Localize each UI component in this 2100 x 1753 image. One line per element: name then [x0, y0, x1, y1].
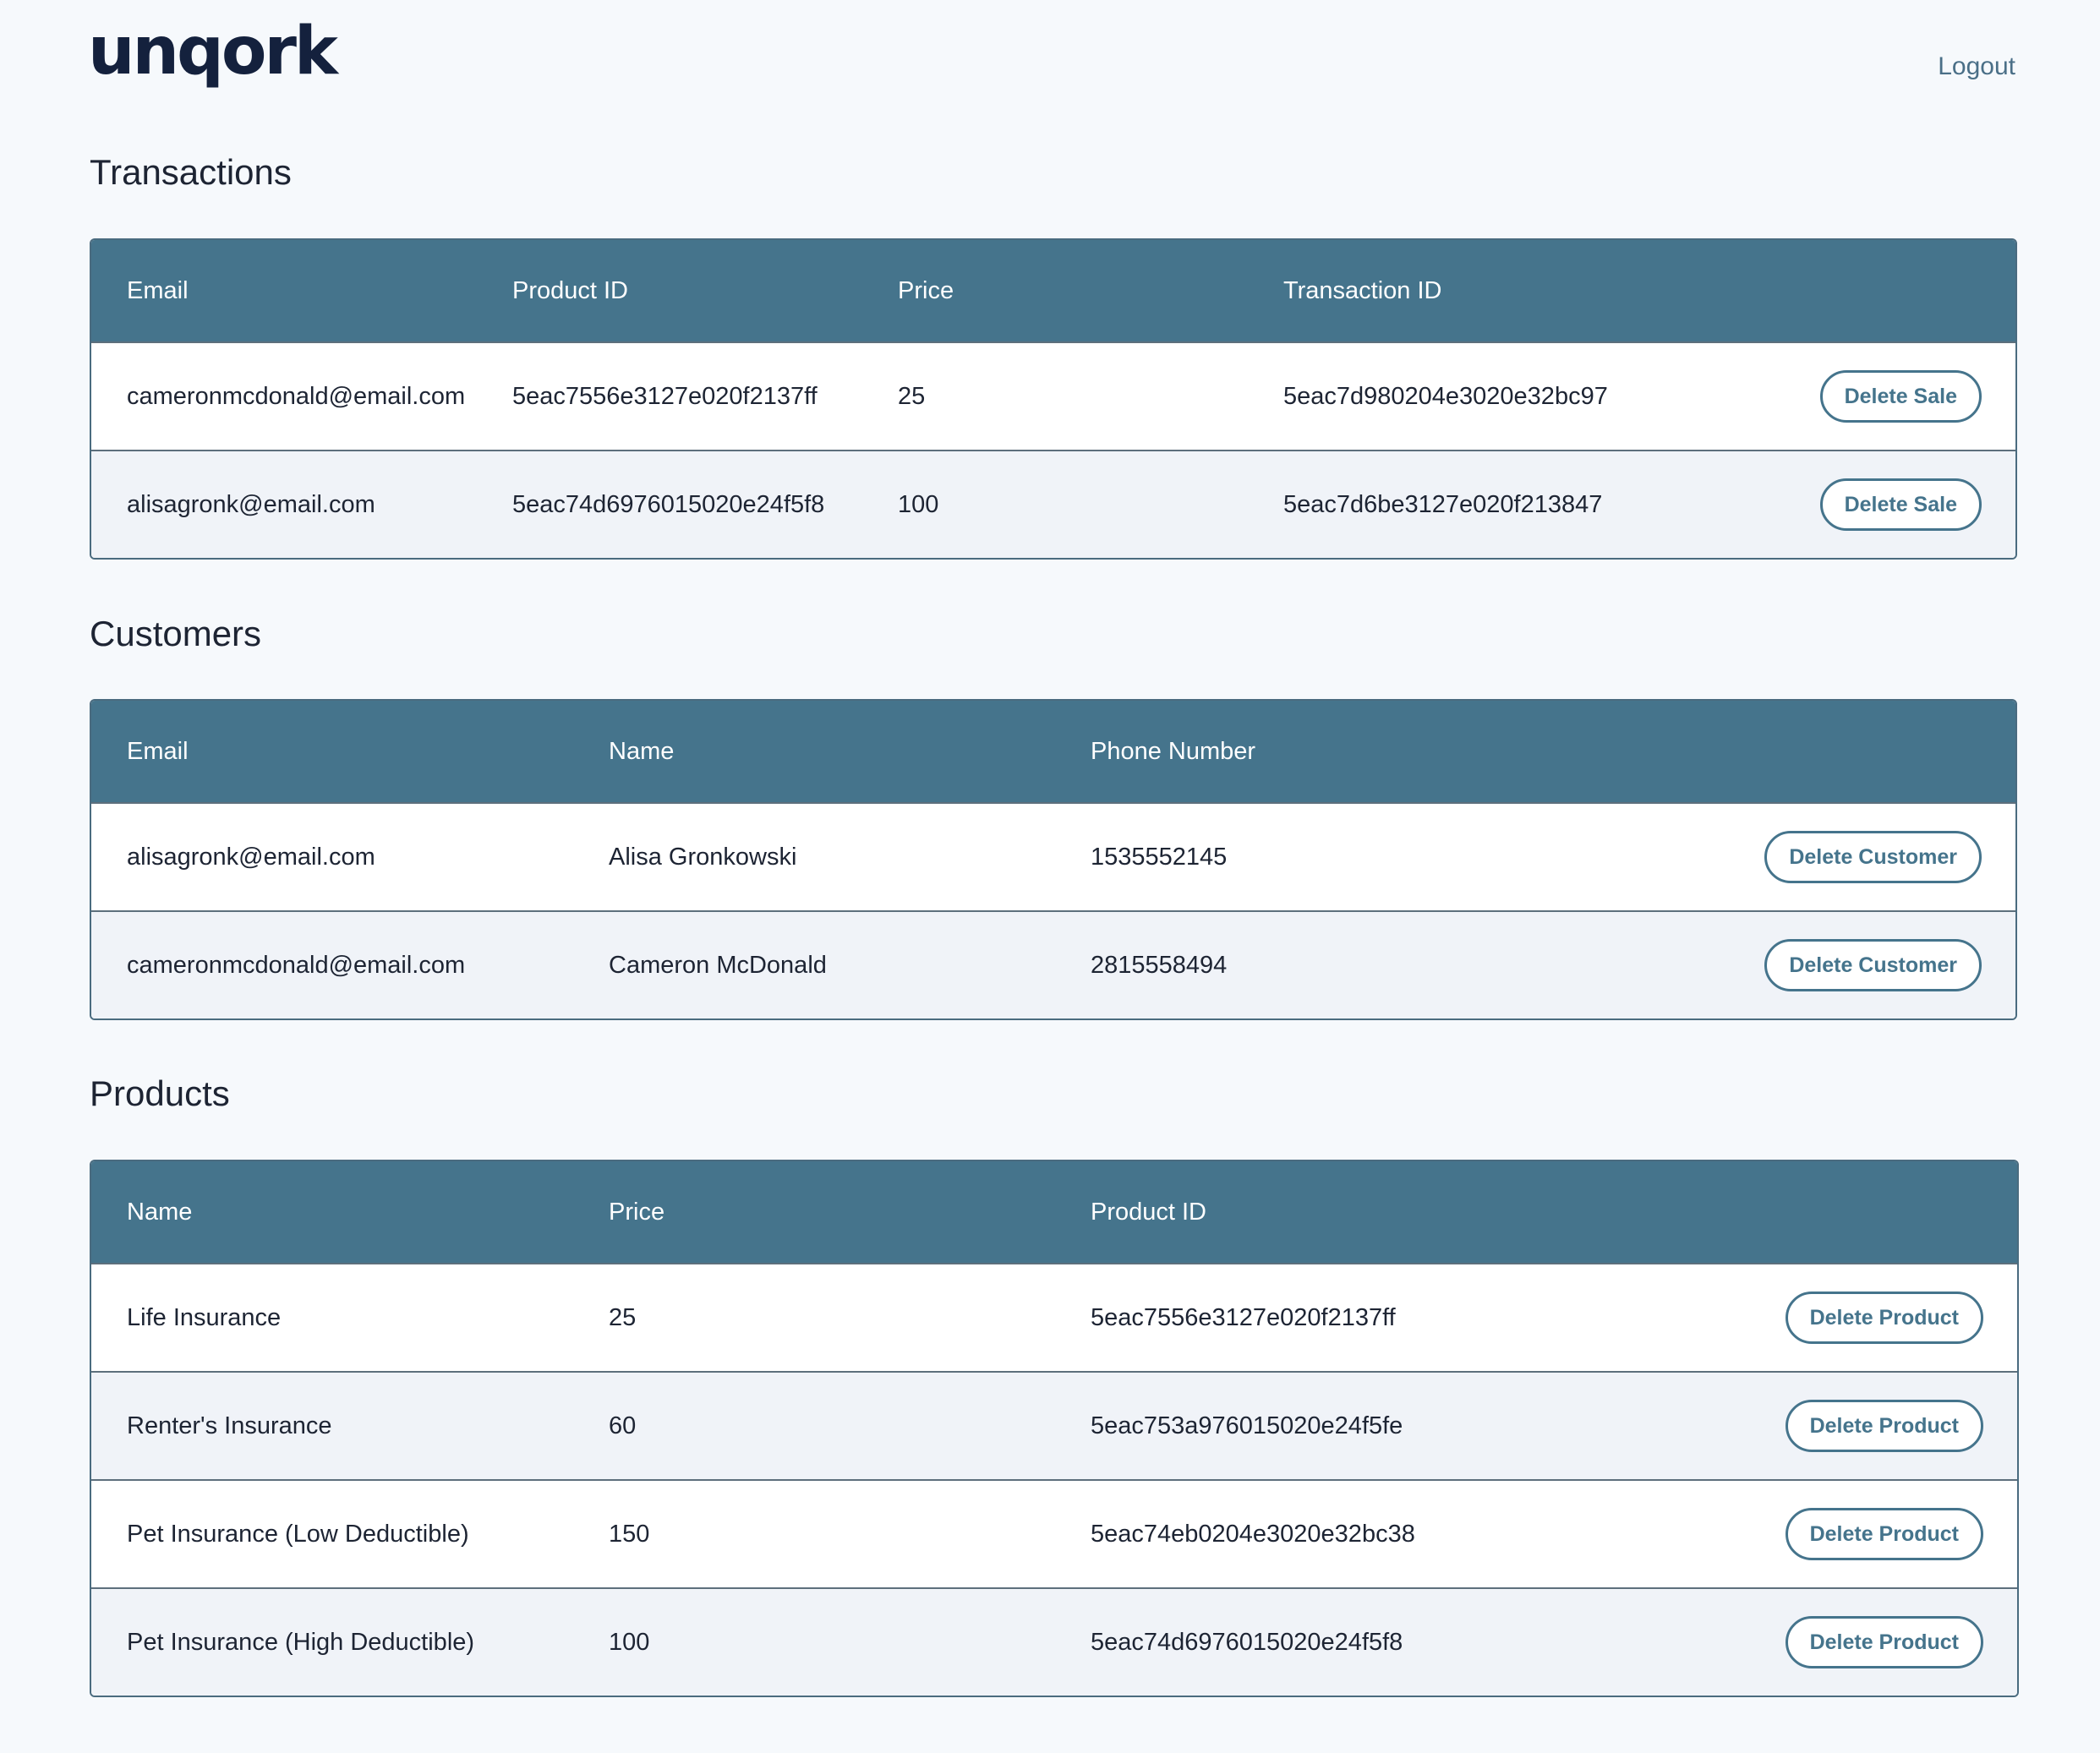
- table-row: alisagronk@email.com Alisa Gronkowski 15…: [91, 802, 2015, 910]
- column-header-email: Email: [127, 276, 189, 304]
- cell-price: 100: [898, 490, 939, 518]
- cell-price: 100: [609, 1628, 650, 1656]
- cell-email: cameronmcdonald@email.com: [127, 382, 466, 410]
- cell-transaction-id: 5eac7d6be3127e020f213847: [1283, 490, 1603, 518]
- logout-link[interactable]: Logout: [1938, 52, 2015, 81]
- table-row: Renter's Insurance 60 5eac753a976015020e…: [91, 1371, 2017, 1479]
- products-title: Products: [90, 1073, 230, 1113]
- transactions-title: Transactions: [90, 152, 292, 192]
- delete-customer-button[interactable]: Delete Customer: [1764, 939, 1982, 991]
- transactions-table: Email Product ID Price Transaction ID ca…: [90, 238, 2017, 560]
- table-header-row: Email Name Phone Number: [91, 701, 2015, 802]
- cell-product-id: 5eac7556e3127e020f2137ff: [512, 382, 818, 410]
- column-header-name: Name: [127, 1198, 193, 1226]
- table-row: Pet Insurance (High Deductible) 100 5eac…: [91, 1587, 2017, 1696]
- table-header-row: Email Product ID Price Transaction ID: [91, 240, 2015, 341]
- cell-price: 150: [609, 1520, 650, 1548]
- cell-product-id: 5eac74d6976015020e24f5f8: [512, 490, 825, 518]
- customers-table: Email Name Phone Number alisagronk@email…: [90, 699, 2017, 1020]
- cell-price: 25: [898, 382, 926, 410]
- cell-email: cameronmcdonald@email.com: [127, 951, 466, 979]
- column-header-email: Email: [127, 737, 189, 765]
- column-header-price: Price: [609, 1198, 665, 1226]
- cell-name: Life Insurance: [127, 1303, 282, 1331]
- table-header-row: Name Price Product ID: [91, 1161, 2017, 1263]
- cell-product-id: 5eac753a976015020e24f5fe: [1091, 1412, 1403, 1439]
- delete-product-button[interactable]: Delete Product: [1785, 1508, 1983, 1560]
- delete-sale-button[interactable]: Delete Sale: [1819, 370, 1982, 423]
- delete-customer-button[interactable]: Delete Customer: [1764, 831, 1982, 883]
- delete-sale-button[interactable]: Delete Sale: [1819, 478, 1982, 531]
- cell-product-id: 5eac74eb0204e3020e32bc38: [1091, 1520, 1415, 1548]
- cell-email: alisagronk@email.com: [127, 490, 375, 518]
- table-row: cameronmcdonald@email.com Cameron McDona…: [91, 910, 2015, 1018]
- cell-email: alisagronk@email.com: [127, 843, 375, 871]
- cell-name: Renter's Insurance: [127, 1412, 332, 1439]
- column-header-transaction-id: Transaction ID: [1283, 276, 1442, 304]
- delete-product-button[interactable]: Delete Product: [1785, 1292, 1983, 1344]
- column-header-name: Name: [609, 737, 675, 765]
- column-header-price: Price: [898, 276, 954, 304]
- app-header: unqork Logout: [0, 0, 2100, 127]
- cell-transaction-id: 5eac7d980204e3020e32bc97: [1283, 382, 1608, 410]
- delete-product-button[interactable]: Delete Product: [1785, 1616, 1983, 1668]
- unqork-logo: unqork: [88, 14, 338, 90]
- products-table: Name Price Product ID Life Insurance 25 …: [90, 1160, 2019, 1697]
- delete-product-button[interactable]: Delete Product: [1785, 1400, 1983, 1452]
- cell-name: Cameron McDonald: [609, 951, 827, 979]
- table-row: Life Insurance 25 5eac7556e3127e020f2137…: [91, 1263, 2017, 1371]
- cell-phone-number: 1535552145: [1091, 843, 1228, 871]
- cell-price: 60: [609, 1412, 637, 1439]
- column-header-product-id: Product ID: [512, 276, 628, 304]
- column-header-phone-number: Phone Number: [1091, 737, 1256, 765]
- table-row: Pet Insurance (Low Deductible) 150 5eac7…: [91, 1479, 2017, 1587]
- cell-name: Pet Insurance (Low Deductible): [127, 1520, 469, 1548]
- table-row: cameronmcdonald@email.com 5eac7556e3127e…: [91, 341, 2015, 450]
- cell-price: 25: [609, 1303, 637, 1331]
- cell-product-id: 5eac74d6976015020e24f5f8: [1091, 1628, 1403, 1656]
- column-header-product-id: Product ID: [1091, 1198, 1206, 1226]
- table-row: alisagronk@email.com 5eac74d6976015020e2…: [91, 450, 2015, 558]
- cell-name: Alisa Gronkowski: [609, 843, 797, 871]
- cell-product-id: 5eac7556e3127e020f2137ff: [1091, 1303, 1396, 1331]
- customers-title: Customers: [90, 614, 262, 653]
- cell-name: Pet Insurance (High Deductible): [127, 1628, 475, 1656]
- cell-phone-number: 2815558494: [1091, 951, 1228, 979]
